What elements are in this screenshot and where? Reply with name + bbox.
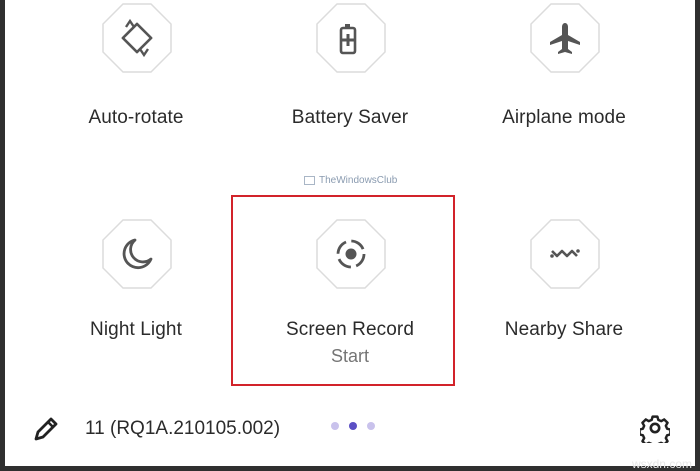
battery-saver-icon: [316, 3, 386, 73]
tile-night-light[interactable]: Night Light: [26, 219, 246, 340]
tile-battery-saver[interactable]: Battery Saver: [240, 3, 460, 128]
quick-settings-panel: Auto-rotate Battery Saver Airplane mode: [5, 0, 695, 466]
page-dot-current[interactable]: [349, 422, 357, 430]
page-dot[interactable]: [331, 422, 339, 430]
settings-button[interactable]: [638, 413, 672, 449]
watermark: TheWindowsClub: [304, 175, 397, 186]
tile-label: Auto-rotate: [88, 107, 184, 128]
watermark-logo-icon: [304, 176, 315, 185]
tile-label: Nearby Share: [504, 319, 624, 340]
tile-label: Night Light: [90, 319, 182, 340]
pencil-icon: [34, 417, 58, 441]
highlight-frame: [231, 195, 455, 386]
page-indicator: [331, 422, 375, 430]
tile-label: Airplane mode: [502, 107, 626, 128]
airplane-icon: [530, 3, 600, 73]
tile-auto-rotate[interactable]: Auto-rotate: [26, 3, 246, 128]
site-watermark: wsxdn.com: [631, 457, 692, 471]
tile-label: Battery Saver: [291, 107, 409, 128]
night-light-icon: [102, 219, 172, 289]
tile-nearby-share[interactable]: Nearby Share: [454, 219, 674, 340]
nearby-share-icon: [530, 219, 600, 289]
page-dot[interactable]: [367, 422, 375, 430]
watermark-text: TheWindowsClub: [319, 175, 398, 186]
edit-button[interactable]: [31, 414, 61, 444]
gear-icon: [638, 415, 672, 449]
build-number: 11 (RQ1A.210105.002): [85, 418, 281, 439]
auto-rotate-icon: [102, 3, 172, 73]
tile-airplane-mode[interactable]: Airplane mode: [454, 3, 674, 128]
